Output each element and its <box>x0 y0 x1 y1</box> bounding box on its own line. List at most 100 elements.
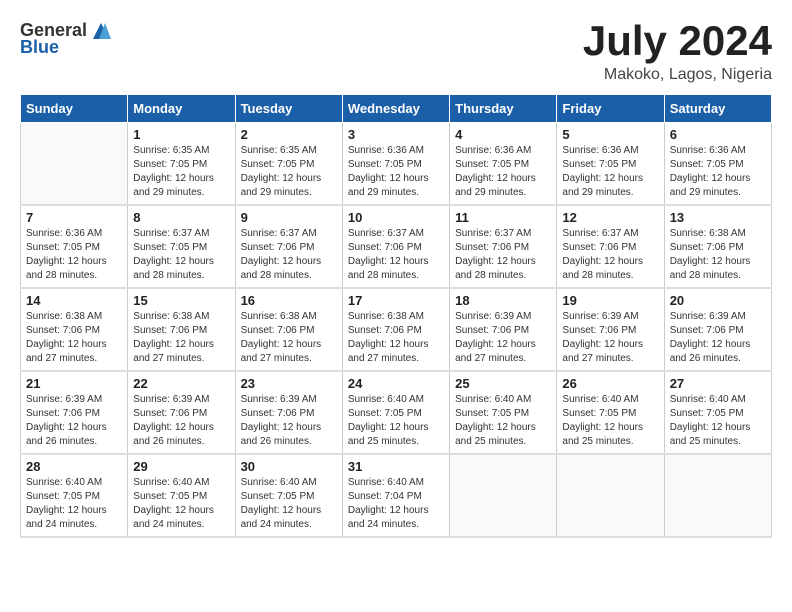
day-number: 18 <box>455 293 551 308</box>
calendar-cell: 24Sunrise: 6:40 AMSunset: 7:05 PMDayligh… <box>342 371 449 454</box>
day-info: Sunrise: 6:37 AMSunset: 7:06 PMDaylight:… <box>348 227 444 283</box>
day-info: Sunrise: 6:40 AMSunset: 7:05 PMDaylight:… <box>562 393 658 449</box>
day-info: Sunrise: 6:39 AMSunset: 7:06 PMDaylight:… <box>133 393 229 449</box>
day-number: 27 <box>670 376 766 391</box>
calendar-week-row: 14Sunrise: 6:38 AMSunset: 7:06 PMDayligh… <box>21 288 772 371</box>
logo-blue-text: Blue <box>20 37 59 58</box>
calendar-day-header: Saturday <box>664 95 771 123</box>
logo: General Blue <box>20 20 111 58</box>
calendar-header-row: SundayMondayTuesdayWednesdayThursdayFrid… <box>21 95 772 123</box>
day-info: Sunrise: 6:39 AMSunset: 7:06 PMDaylight:… <box>26 393 122 449</box>
calendar-cell: 13 Sunrise: 6:38 AMSunset: 7:06 PMDayligh… <box>664 205 771 288</box>
day-info: Sunrise: 6:36 AMSunset: 7:05 PMDaylight:… <box>562 144 658 200</box>
calendar-cell: 4 Sunrise: 6:36 AMSunset: 7:05 PMDaylight… <box>450 123 557 206</box>
day-number: 20 <box>670 293 766 308</box>
calendar-week-row: 28 Sunrise: 6:40 AMSunset: 7:05 PMDayligh… <box>21 454 772 537</box>
day-number: 23 <box>241 376 337 391</box>
day-number: 5 <box>562 127 658 142</box>
calendar-cell: 15 Sunrise: 6:38 AMSunset: 7:06 PMDayligh… <box>128 288 235 371</box>
day-info: Sunrise: 6:40 AMSunset: 7:05 PMDaylight:… <box>26 476 122 532</box>
calendar-cell: 22 Sunrise: 6:39 AMSunset: 7:06 PMDayligh… <box>128 371 235 454</box>
calendar-week-row: 21 Sunrise: 6:39 AMSunset: 7:06 PMDayligh… <box>21 371 772 454</box>
calendar-cell <box>450 454 557 537</box>
calendar-day-header: Tuesday <box>235 95 342 123</box>
calendar-cell <box>664 454 771 537</box>
day-info: Sunrise: 6:36 AMSunset: 7:05 PMDaylight:… <box>670 144 766 200</box>
day-info: Sunrise: 6:38 AMSunset: 7:06 PMDaylight:… <box>348 310 444 366</box>
day-info: Sunrise: 6:39 AMSunset: 7:06 PMDaylight:… <box>241 393 337 449</box>
calendar-cell: 2 Sunrise: 6:35 AMSunset: 7:05 PMDaylight… <box>235 123 342 206</box>
day-number: 1 <box>133 127 229 142</box>
day-info: Sunrise: 6:38 AMSunset: 7:06 PMDaylight:… <box>241 310 337 366</box>
calendar-cell: 3Sunrise: 6:36 AMSunset: 7:05 PMDaylight… <box>342 123 449 206</box>
day-info: Sunrise: 6:36 AMSunset: 7:05 PMDaylight:… <box>455 144 551 200</box>
day-info: Sunrise: 6:40 AMSunset: 7:05 PMDaylight:… <box>348 393 444 449</box>
day-info: Sunrise: 6:38 AMSunset: 7:06 PMDaylight:… <box>670 227 766 283</box>
month-year-title: July 2024 <box>583 20 772 62</box>
day-number: 13 <box>670 210 766 225</box>
calendar-cell: 9Sunrise: 6:37 AMSunset: 7:06 PMDaylight… <box>235 205 342 288</box>
day-number: 29 <box>133 459 229 474</box>
calendar-cell: 31Sunrise: 6:40 AMSunset: 7:04 PMDayligh… <box>342 454 449 537</box>
calendar-cell: 21 Sunrise: 6:39 AMSunset: 7:06 PMDayligh… <box>21 371 128 454</box>
calendar-cell: 11 Sunrise: 6:37 AMSunset: 7:06 PMDayligh… <box>450 205 557 288</box>
location-subtitle: Makoko, Lagos, Nigeria <box>583 66 772 84</box>
day-number: 25 <box>455 376 551 391</box>
calendar-cell: 23 Sunrise: 6:39 AMSunset: 7:06 PMDayligh… <box>235 371 342 454</box>
calendar-cell <box>557 454 664 537</box>
day-info: Sunrise: 6:35 AMSunset: 7:05 PMDaylight:… <box>133 144 229 200</box>
title-block: July 2024 Makoko, Lagos, Nigeria <box>583 20 772 84</box>
day-number: 21 <box>26 376 122 391</box>
calendar-cell: 12 Sunrise: 6:37 AMSunset: 7:06 PMDayligh… <box>557 205 664 288</box>
calendar-week-row: 7Sunrise: 6:36 AMSunset: 7:05 PMDaylight… <box>21 205 772 288</box>
day-info: Sunrise: 6:40 AMSunset: 7:05 PMDaylight:… <box>241 476 337 532</box>
day-info: Sunrise: 6:37 AMSunset: 7:06 PMDaylight:… <box>455 227 551 283</box>
day-number: 31 <box>348 459 444 474</box>
day-number: 6 <box>670 127 766 142</box>
page-header: General Blue July 2024 Makoko, Lagos, Ni… <box>20 20 772 84</box>
calendar-day-header: Sunday <box>21 95 128 123</box>
day-info: Sunrise: 6:40 AMSunset: 7:05 PMDaylight:… <box>133 476 229 532</box>
calendar-cell: 29 Sunrise: 6:40 AMSunset: 7:05 PMDayligh… <box>128 454 235 537</box>
calendar-cell: 10 Sunrise: 6:37 AMSunset: 7:06 PMDayligh… <box>342 205 449 288</box>
day-info: Sunrise: 6:35 AMSunset: 7:05 PMDaylight:… <box>241 144 337 200</box>
calendar-day-header: Thursday <box>450 95 557 123</box>
day-number: 22 <box>133 376 229 391</box>
day-number: 2 <box>241 127 337 142</box>
day-info: Sunrise: 6:40 AMSunset: 7:05 PMDaylight:… <box>670 393 766 449</box>
day-number: 10 <box>348 210 444 225</box>
day-info: Sunrise: 6:40 AMSunset: 7:05 PMDaylight:… <box>455 393 551 449</box>
day-number: 7 <box>26 210 122 225</box>
day-info: Sunrise: 6:37 AMSunset: 7:06 PMDaylight:… <box>241 227 337 283</box>
day-info: Sunrise: 6:38 AMSunset: 7:06 PMDaylight:… <box>26 310 122 366</box>
calendar-cell: 25 Sunrise: 6:40 AMSunset: 7:05 PMDayligh… <box>450 371 557 454</box>
calendar-cell: 17 Sunrise: 6:38 AMSunset: 7:06 PMDayligh… <box>342 288 449 371</box>
logo-icon <box>91 21 111 41</box>
day-number: 4 <box>455 127 551 142</box>
day-info: Sunrise: 6:39 AMSunset: 7:06 PMDaylight:… <box>670 310 766 366</box>
day-number: 28 <box>26 459 122 474</box>
day-number: 17 <box>348 293 444 308</box>
day-info: Sunrise: 6:37 AMSunset: 7:06 PMDaylight:… <box>562 227 658 283</box>
day-info: Sunrise: 6:38 AMSunset: 7:06 PMDaylight:… <box>133 310 229 366</box>
calendar-cell: 1 Sunrise: 6:35 AMSunset: 7:05 PMDaylight… <box>128 123 235 206</box>
day-number: 19 <box>562 293 658 308</box>
calendar-cell: 14Sunrise: 6:38 AMSunset: 7:06 PMDayligh… <box>21 288 128 371</box>
calendar-day-header: Wednesday <box>342 95 449 123</box>
calendar-cell: 19 Sunrise: 6:39 AMSunset: 7:06 PMDayligh… <box>557 288 664 371</box>
day-number: 12 <box>562 210 658 225</box>
calendar-cell: 20 Sunrise: 6:39 AMSunset: 7:06 PMDayligh… <box>664 288 771 371</box>
calendar-cell: 30 Sunrise: 6:40 AMSunset: 7:05 PMDayligh… <box>235 454 342 537</box>
day-number: 11 <box>455 210 551 225</box>
day-number: 30 <box>241 459 337 474</box>
day-number: 15 <box>133 293 229 308</box>
day-info: Sunrise: 6:37 AMSunset: 7:05 PMDaylight:… <box>133 227 229 283</box>
day-number: 16 <box>241 293 337 308</box>
calendar-cell: 28 Sunrise: 6:40 AMSunset: 7:05 PMDayligh… <box>21 454 128 537</box>
calendar-table: SundayMondayTuesdayWednesdayThursdayFrid… <box>20 94 772 538</box>
calendar-cell: 26Sunrise: 6:40 AMSunset: 7:05 PMDayligh… <box>557 371 664 454</box>
calendar-cell: 7Sunrise: 6:36 AMSunset: 7:05 PMDaylight… <box>21 205 128 288</box>
day-info: Sunrise: 6:39 AMSunset: 7:06 PMDaylight:… <box>562 310 658 366</box>
day-number: 8 <box>133 210 229 225</box>
calendar-cell: 16 Sunrise: 6:38 AMSunset: 7:06 PMDayligh… <box>235 288 342 371</box>
